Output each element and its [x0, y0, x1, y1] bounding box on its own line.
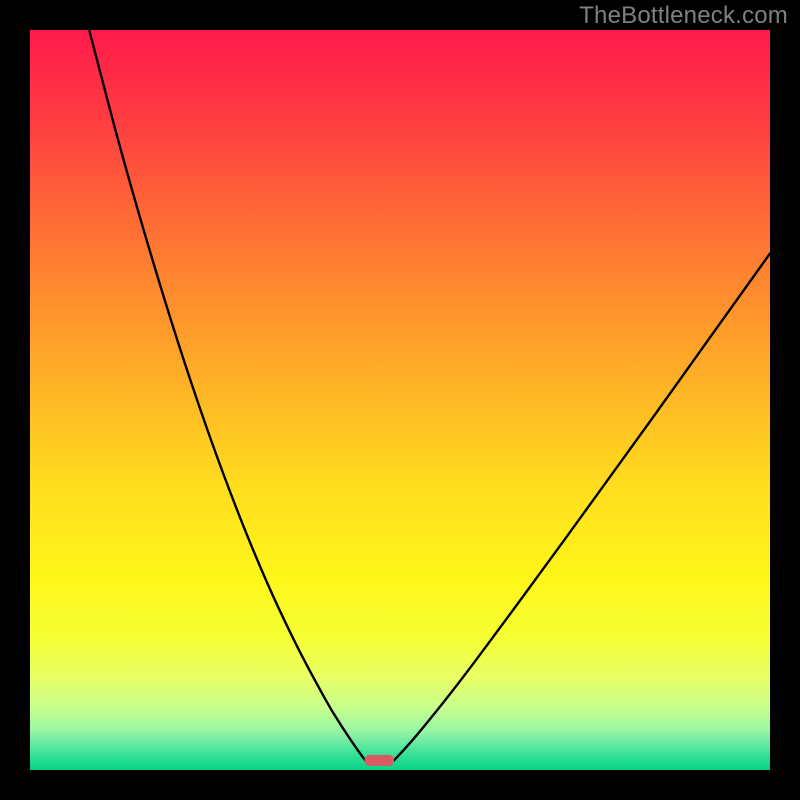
bottleneck-chart [0, 0, 800, 800]
watermark-text: TheBottleneck.com [579, 2, 788, 30]
plot-background [30, 30, 770, 770]
optimum-marker [364, 755, 394, 766]
chart-frame: { "watermark": "TheBottleneck.com", "cha… [0, 0, 800, 800]
